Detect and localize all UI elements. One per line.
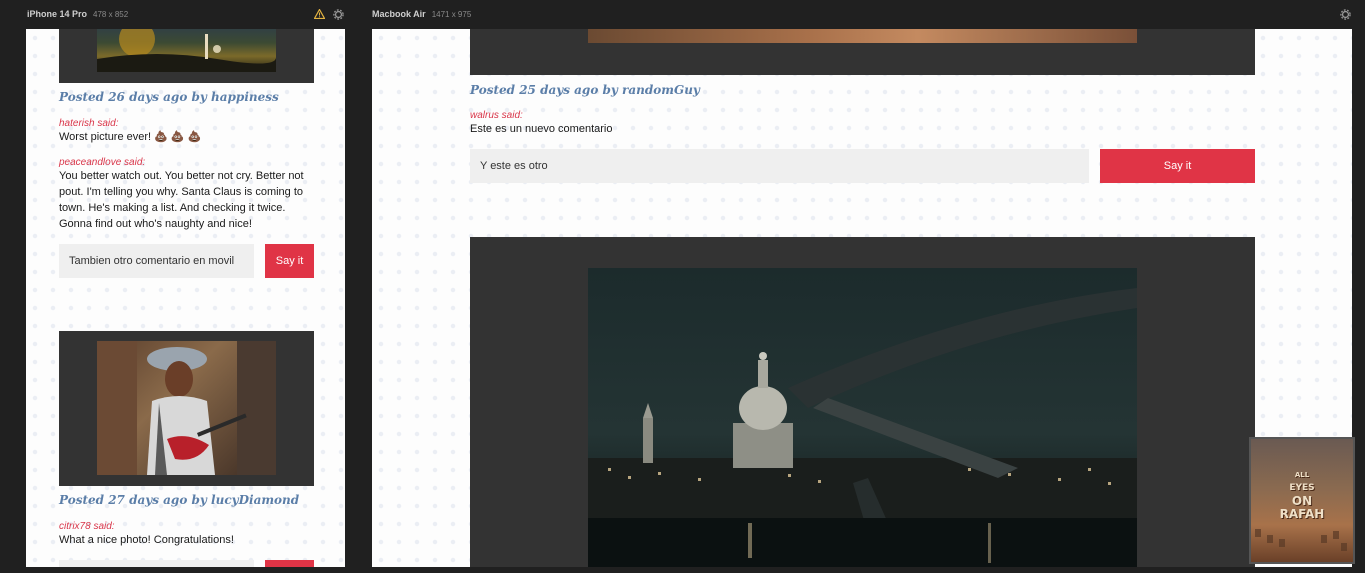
phone-post2-photo [97,341,276,475]
laptop-viewport[interactable]: Posted 25 days ago by randomGuy walrus s… [372,29,1352,567]
warning-icon[interactable] [313,8,325,20]
comment-username: citrix78 said: [59,521,115,532]
comment-text: Worst picture ever! 💩 💩 💩 [59,131,202,143]
phone-post1-photo-frame [59,29,314,83]
phone-viewport[interactable]: Posted 26 days ago by happiness haterish… [26,29,345,567]
phone-post1-meta: Posted 26 days ago by happiness [59,90,279,104]
laptop-device-name: Macbook Air [372,9,426,19]
laptop-post1-say-button[interactable]: Say it [1100,149,1255,183]
laptop-device-header: Macbook Air 1471 x 975 [372,0,471,28]
pip-thumbnail-text: ALL EYES ON RAFAH [1251,469,1353,521]
laptop-post2-photo [588,268,1137,567]
comment-text: You better watch out. You better not cry… [59,170,304,230]
comment-username: haterish said: [59,118,119,129]
pip-line1: ALL [1294,471,1310,479]
phone-post2-say-button[interactable] [265,560,314,567]
phone-device-header: iPhone 14 Pro 478 x 852 [27,0,128,28]
laptop-post1-photo [588,29,1137,43]
laptop-settings-gear-icon[interactable] [1339,8,1351,20]
laptop-post2-photo-frame [470,237,1255,567]
phone-post2-meta: Posted 27 days ago by lucyDiamond [59,493,300,507]
phone-post1-photo [97,29,276,72]
phone-device-dims: 478 x 852 [93,9,129,19]
comment-text: Este es un nuevo comentario [470,123,613,135]
comment-text: What a nice photo! Congratulations! [59,534,234,546]
phone-post1-comment-input[interactable] [59,244,254,278]
pip-thumbnail[interactable]: ALL EYES ON RAFAH [1249,437,1355,564]
phone-settings-gear-icon[interactable] [332,8,344,20]
phone-post1-say-button[interactable]: Say it [265,244,314,278]
laptop-post1-meta: Posted 25 days ago by randomGuy [470,83,700,97]
comment-username: walrus said: [470,110,523,121]
laptop-device-dims: 1471 x 975 [431,9,472,19]
phone-post2-photo-frame [59,331,314,486]
phone-device-name: iPhone 14 Pro [27,9,88,19]
comment-username: peaceandlove said: [59,157,146,168]
phone-post2-comment-input[interactable] [59,560,254,567]
laptop-post1-comment-input[interactable] [470,149,1089,183]
laptop-post1-photo-frame [470,29,1255,75]
pip-line4: RAFAH [1279,507,1325,521]
